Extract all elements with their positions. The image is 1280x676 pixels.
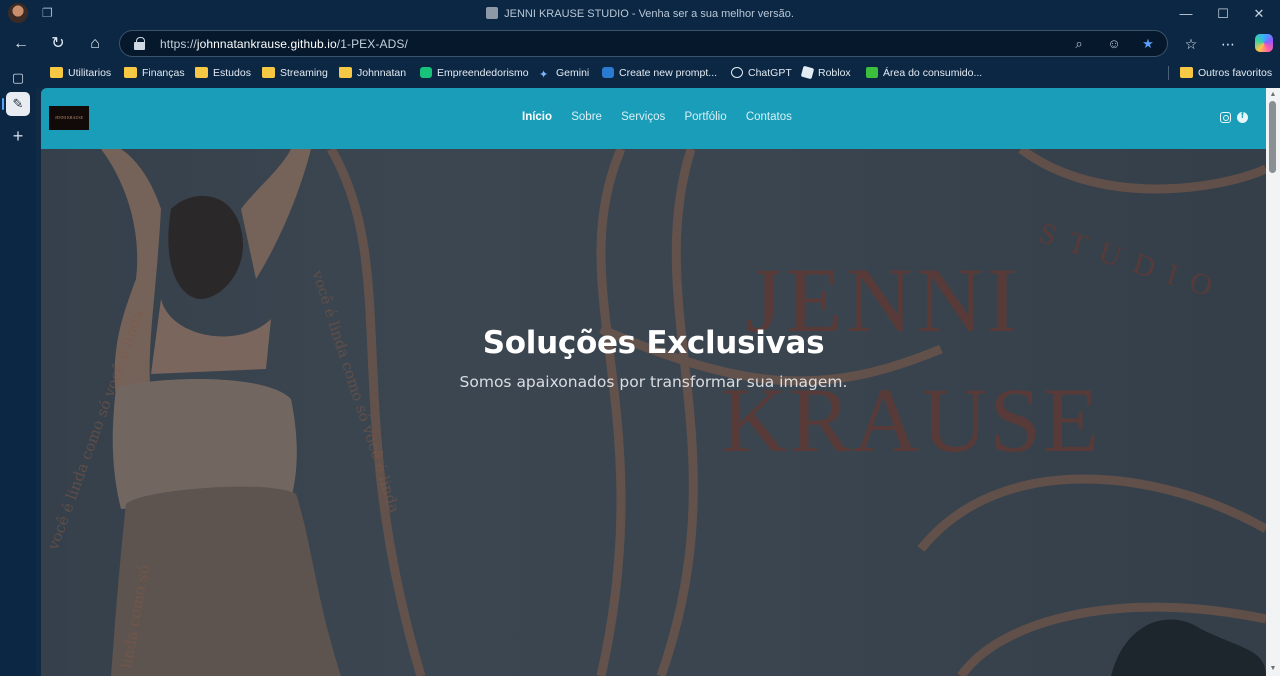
window-title: JENNI KRAUSE STUDIO - Venha ser a sua me…: [0, 7, 1280, 20]
hero-subtitle: Somos apaixonados por transformar sua im…: [459, 373, 848, 391]
site-logo[interactable]: JENNI KRAUSE: [49, 106, 89, 130]
hero-background-art: você é linda como só você é linda você é…: [41, 149, 1266, 676]
bookmark-item[interactable]: ChatGPT: [731, 66, 792, 80]
nav-contatos[interactable]: Contatos: [746, 111, 792, 123]
green-app-icon: [420, 67, 432, 78]
roblox-icon: [800, 65, 815, 80]
green-r-icon: [866, 67, 878, 78]
reader-icon[interactable]: ☺: [1105, 35, 1123, 53]
bookmark-item[interactable]: Estudos: [195, 66, 251, 80]
hero-title: Soluções Exclusivas: [482, 325, 825, 361]
hero-section: você é linda como só você é linda você é…: [41, 149, 1266, 676]
bookmark-item[interactable]: Outros favoritos: [1180, 66, 1272, 80]
site-menu: Início Sobre Serviços Portfólio Contatos: [522, 111, 808, 123]
zoom-icon[interactable]: ⌕: [1070, 35, 1088, 53]
prompt-icon: [602, 67, 614, 78]
new-tab-plus-icon[interactable]: +: [8, 126, 28, 146]
close-window-button[interactable]: ✕: [1244, 5, 1274, 23]
browser-chrome: ❐ JENNI KRAUSE STUDIO - Venha ser a sua …: [0, 0, 1280, 88]
bookmarks-bar: Utilitarios Finanças Estudos Streaming J…: [0, 60, 1280, 86]
nav-portfolio[interactable]: Portfólio: [684, 111, 726, 123]
scroll-down-icon[interactable]: ▼: [1268, 664, 1278, 674]
bookmark-divider: [1168, 66, 1169, 80]
folder-icon: [262, 67, 275, 78]
bookmark-item[interactable]: Empreendedorismo: [420, 66, 529, 80]
lock-icon[interactable]: [134, 37, 145, 50]
active-tab-icon[interactable]: ✎: [6, 92, 30, 116]
bookmark-item[interactable]: Área do consumido...: [866, 66, 982, 80]
bookmark-item[interactable]: Streaming: [262, 66, 328, 80]
nav-inicio[interactable]: Início: [522, 111, 552, 123]
favorites-icon[interactable]: ☆: [1178, 32, 1204, 56]
tab-favicon-icon: [486, 7, 499, 19]
title-bar: ❐ JENNI KRAUSE STUDIO - Venha ser a sua …: [0, 0, 1280, 28]
scroll-up-icon[interactable]: ▲: [1268, 90, 1278, 100]
page-scrollbar[interactable]: ▲ ▼: [1266, 88, 1280, 676]
bookmark-item[interactable]: ✦ Gemini: [539, 66, 589, 81]
bookmark-item[interactable]: Utilitarios: [50, 66, 111, 80]
back-arrow-icon[interactable]: ←: [8, 32, 34, 56]
address-row: ← ↻ ⌂ https://johnnatankrause.github.io/…: [0, 28, 1280, 60]
folder-icon: [50, 67, 63, 78]
copilot-icon[interactable]: [1255, 34, 1273, 52]
folder-icon: [339, 67, 352, 78]
refresh-icon[interactable]: ↻: [45, 32, 71, 56]
site-navbar: JENNI KRAUSE Início Sobre Serviços Portf…: [41, 88, 1266, 149]
folder-icon: [124, 67, 137, 78]
hero-overlay: [41, 149, 1266, 676]
folder-icon: [195, 67, 208, 78]
favorite-star-icon[interactable]: ★: [1139, 35, 1157, 53]
minimize-button[interactable]: —: [1171, 5, 1201, 23]
nav-sobre[interactable]: Sobre: [571, 111, 602, 123]
maximize-button[interactable]: ☐: [1208, 5, 1238, 23]
gemini-star-icon: ✦: [539, 69, 549, 81]
instagram-icon[interactable]: [1220, 112, 1231, 123]
address-bar[interactable]: https://johnnatankrause.github.io/1-PEX-…: [119, 30, 1168, 57]
edge-sidebar: ▢ ✎ +: [0, 70, 36, 676]
facebook-icon[interactable]: [1237, 111, 1248, 123]
bookmark-item[interactable]: Finanças: [124, 66, 185, 80]
tab-actions-icon[interactable]: ▢: [8, 68, 28, 88]
folder-icon: [1180, 67, 1193, 78]
active-indicator: [2, 98, 4, 110]
home-icon[interactable]: ⌂: [82, 32, 108, 56]
bookmark-item[interactable]: Roblox: [800, 65, 851, 80]
nav-servicos[interactable]: Serviços: [621, 111, 665, 123]
web-page: JENNI KRAUSE Início Sobre Serviços Portf…: [41, 88, 1266, 676]
bookmark-item[interactable]: Create new prompt...: [602, 66, 717, 80]
chatgpt-icon: [731, 67, 743, 78]
bookmark-item[interactable]: Johnnatan: [339, 66, 406, 80]
more-options-icon[interactable]: ⋯: [1215, 32, 1241, 56]
url-text[interactable]: https://johnnatankrause.github.io/1-PEX-…: [160, 37, 408, 51]
scrollbar-thumb[interactable]: [1269, 101, 1276, 173]
